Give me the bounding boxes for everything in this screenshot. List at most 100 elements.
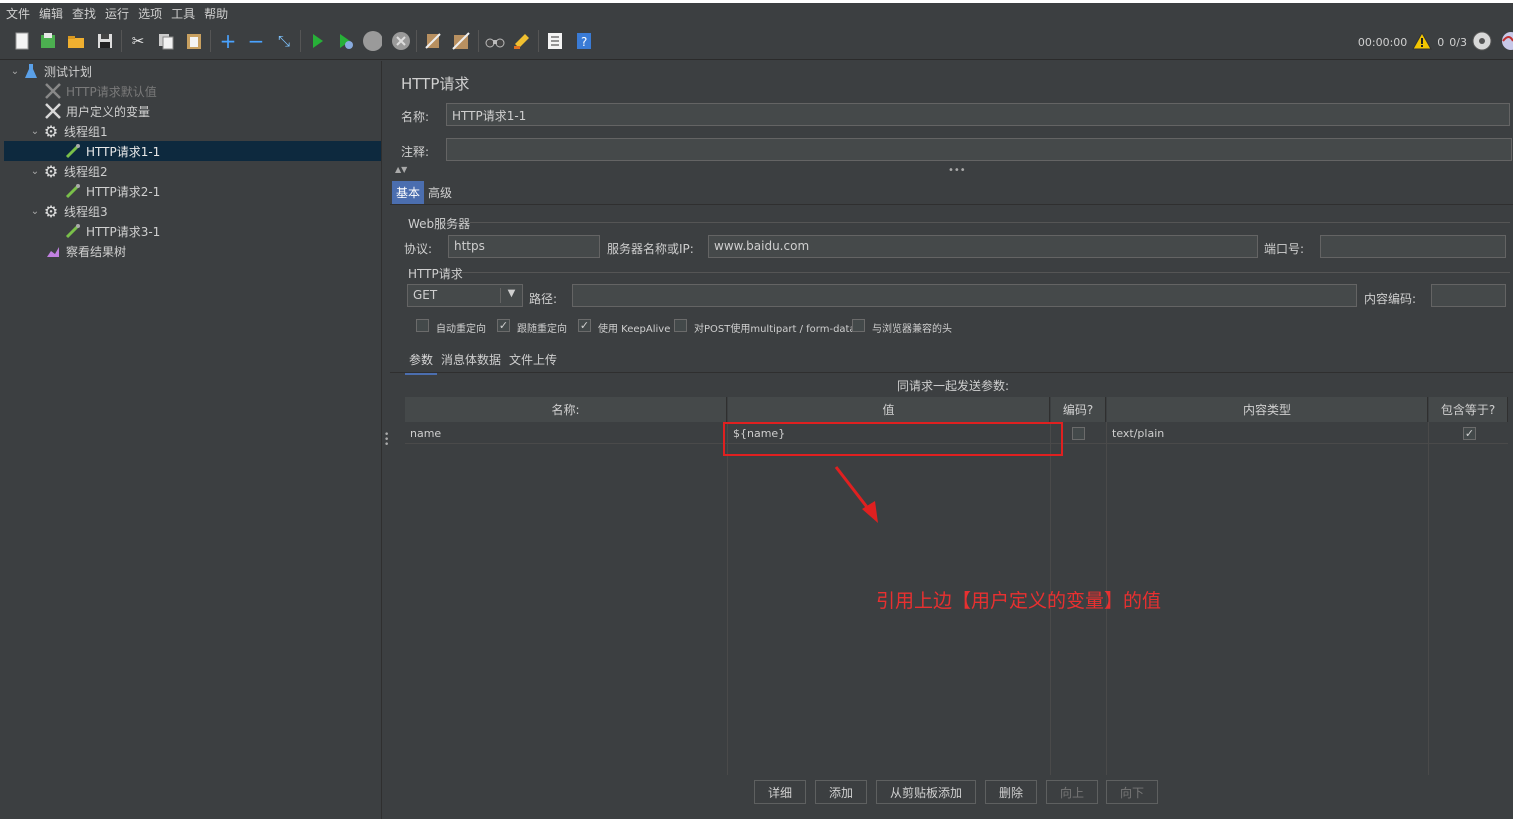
new-icon[interactable] bbox=[12, 31, 32, 51]
cell-param-name[interactable]: name bbox=[405, 423, 727, 443]
auto-redirect-label: 自动重定向 bbox=[436, 324, 486, 335]
expand-toggle[interactable]: ⌄ bbox=[28, 206, 42, 217]
menu-search[interactable]: 查找 bbox=[72, 5, 96, 22]
status-area: 00:00:00 0 0/3 bbox=[1353, 24, 1513, 60]
tree-node-http-request-2-1[interactable]: HTTP请求2-1 bbox=[64, 181, 160, 201]
add-button[interactable]: 添加 bbox=[815, 780, 867, 804]
open-icon[interactable] bbox=[66, 31, 86, 51]
col-header-encode[interactable]: 编码? bbox=[1051, 397, 1106, 422]
col-header-content-type[interactable]: 内容类型 bbox=[1107, 397, 1428, 422]
keepalive-checkbox[interactable]: ✓ bbox=[578, 319, 591, 332]
help-icon[interactable]: ? bbox=[574, 31, 594, 51]
col-header-include-equals[interactable]: 包含等于? bbox=[1429, 397, 1508, 422]
chevron-down-icon[interactable]: ▼ bbox=[500, 288, 522, 303]
tree-label: 用户定义的变量 bbox=[66, 104, 151, 119]
menu-bar: 文件 编辑 查找 运行 选项 工具 帮助 bbox=[0, 3, 1513, 24]
add-from-clipboard-button[interactable]: 从剪贴板添加 bbox=[876, 780, 976, 804]
expand-toggle[interactable]: ⌄ bbox=[28, 126, 42, 137]
move-up-button[interactable]: 向上 bbox=[1046, 780, 1098, 804]
auto-redirect-checkbox[interactable] bbox=[416, 319, 429, 332]
expand-toggle[interactable]: ⌄ bbox=[28, 166, 42, 177]
shutdown-icon[interactable] bbox=[391, 31, 411, 51]
menu-run[interactable]: 运行 bbox=[105, 5, 129, 22]
splitter-handle[interactable]: • • • bbox=[382, 61, 390, 819]
delete-button[interactable]: 删除 bbox=[985, 780, 1037, 804]
save-icon[interactable] bbox=[95, 31, 115, 51]
tree-node-thread-group-2[interactable]: ⌄ ⚙ 线程组2 bbox=[28, 161, 108, 181]
cell-content-type[interactable]: text/plain bbox=[1107, 423, 1428, 443]
clear-icon[interactable] bbox=[423, 31, 443, 51]
multipart-checkbox[interactable] bbox=[674, 319, 687, 332]
chart-icon bbox=[44, 242, 62, 260]
gear-icon: ⚙ bbox=[43, 161, 59, 181]
move-down-button[interactable]: 向下 bbox=[1106, 780, 1158, 804]
tree-node-http-request-3-1[interactable]: HTTP请求3-1 bbox=[64, 221, 160, 241]
menu-tools[interactable]: 工具 bbox=[171, 5, 195, 22]
function-helper-icon[interactable] bbox=[545, 31, 565, 51]
search-icon[interactable] bbox=[485, 31, 505, 51]
collapse-icon[interactable]: − bbox=[246, 29, 266, 53]
tree-node-thread-group-3[interactable]: ⌄ ⚙ 线程组3 bbox=[28, 201, 108, 221]
remote-icon[interactable] bbox=[1472, 31, 1492, 54]
col-header-value[interactable]: 值 bbox=[728, 397, 1050, 422]
content-encoding-label: 内容编码: bbox=[1364, 292, 1417, 306]
annotation-arrow-icon bbox=[834, 466, 878, 523]
tree-node-test-plan[interactable]: ⌄ 测试计划 bbox=[8, 61, 92, 81]
copy-icon[interactable] bbox=[156, 31, 176, 51]
tab-advanced[interactable]: 高级 bbox=[424, 181, 456, 205]
server-field[interactable]: www.baidu.com bbox=[708, 235, 1258, 258]
follow-redirect-checkbox[interactable]: ✓ bbox=[497, 319, 510, 332]
menu-edit[interactable]: 编辑 bbox=[39, 5, 63, 22]
cell-encode-checkbox[interactable] bbox=[1072, 427, 1085, 440]
browser-headers-checkbox[interactable] bbox=[852, 319, 865, 332]
protocol-label: 协议: bbox=[404, 242, 433, 256]
reset-search-icon[interactable] bbox=[512, 31, 532, 51]
tab-body-data[interactable]: 消息体数据 bbox=[437, 348, 505, 375]
svg-text:?: ? bbox=[581, 35, 587, 49]
tree-label: HTTP请求1-1 bbox=[86, 144, 161, 159]
method-select[interactable]: GET ▼ bbox=[407, 284, 523, 307]
tree-node-http-defaults[interactable]: HTTP请求默认值 bbox=[30, 81, 157, 101]
protocol-field[interactable]: https bbox=[448, 235, 600, 258]
templates-icon[interactable] bbox=[38, 31, 58, 51]
menu-help[interactable]: 帮助 bbox=[204, 5, 228, 22]
tree-node-http-request-1-1[interactable]: HTTP请求1-1 bbox=[4, 141, 381, 161]
paste-icon[interactable] bbox=[184, 31, 204, 51]
start-no-pause-icon[interactable] bbox=[335, 31, 355, 51]
col-header-name[interactable]: 名称: bbox=[405, 397, 727, 422]
browser-headers-label: 与浏览器兼容的头 bbox=[872, 324, 952, 335]
drag-handle-icon[interactable]: ••• bbox=[948, 165, 966, 176]
cell-include-equals-checkbox[interactable]: ✓ bbox=[1463, 427, 1476, 440]
tree-node-user-variables[interactable]: 用户定义的变量 bbox=[30, 101, 150, 121]
comment-field[interactable] bbox=[446, 138, 1512, 161]
start-icon[interactable] bbox=[307, 31, 327, 51]
detail-button[interactable]: 详细 bbox=[754, 780, 806, 804]
menu-file[interactable]: 文件 bbox=[6, 5, 30, 22]
tree-label: 察看结果树 bbox=[66, 244, 127, 259]
path-label: 路径: bbox=[529, 292, 558, 306]
warning-icon[interactable] bbox=[1412, 31, 1433, 53]
tab-parameters[interactable]: 参数 bbox=[405, 348, 438, 375]
menu-options[interactable]: 选项 bbox=[138, 5, 162, 22]
logo-icon bbox=[1497, 31, 1513, 54]
collapse-arrows-icon[interactable]: ▲▼ bbox=[395, 165, 407, 174]
gear-icon: ⚙ bbox=[43, 201, 59, 221]
path-field[interactable] bbox=[572, 284, 1357, 307]
tab-file-upload[interactable]: 文件上传 bbox=[505, 348, 561, 375]
expand-icon[interactable]: + bbox=[218, 29, 238, 53]
expand-toggle[interactable]: ⌄ bbox=[8, 66, 22, 77]
elapsed-time: 00:00:00 bbox=[1357, 35, 1408, 49]
web-server-section-title: Web服务器 bbox=[408, 217, 471, 231]
clear-all-icon[interactable] bbox=[451, 31, 471, 51]
toggle-icon[interactable]: ⤡ bbox=[274, 31, 294, 51]
name-field[interactable]: HTTP请求1-1 bbox=[446, 103, 1510, 126]
tab-basic[interactable]: 基本 bbox=[392, 181, 425, 205]
stop-icon[interactable] bbox=[362, 31, 382, 51]
tree-node-thread-group-1[interactable]: ⌄ ⚙ 线程组1 bbox=[28, 121, 108, 141]
cut-icon[interactable]: ✂ bbox=[128, 31, 148, 51]
port-field[interactable] bbox=[1320, 235, 1506, 258]
content-encoding-field[interactable] bbox=[1431, 284, 1506, 307]
flask-icon bbox=[22, 62, 40, 80]
params-caption: 同请求一起发送参数: bbox=[897, 379, 1010, 393]
tree-node-view-results-tree[interactable]: 察看结果树 bbox=[44, 241, 126, 261]
